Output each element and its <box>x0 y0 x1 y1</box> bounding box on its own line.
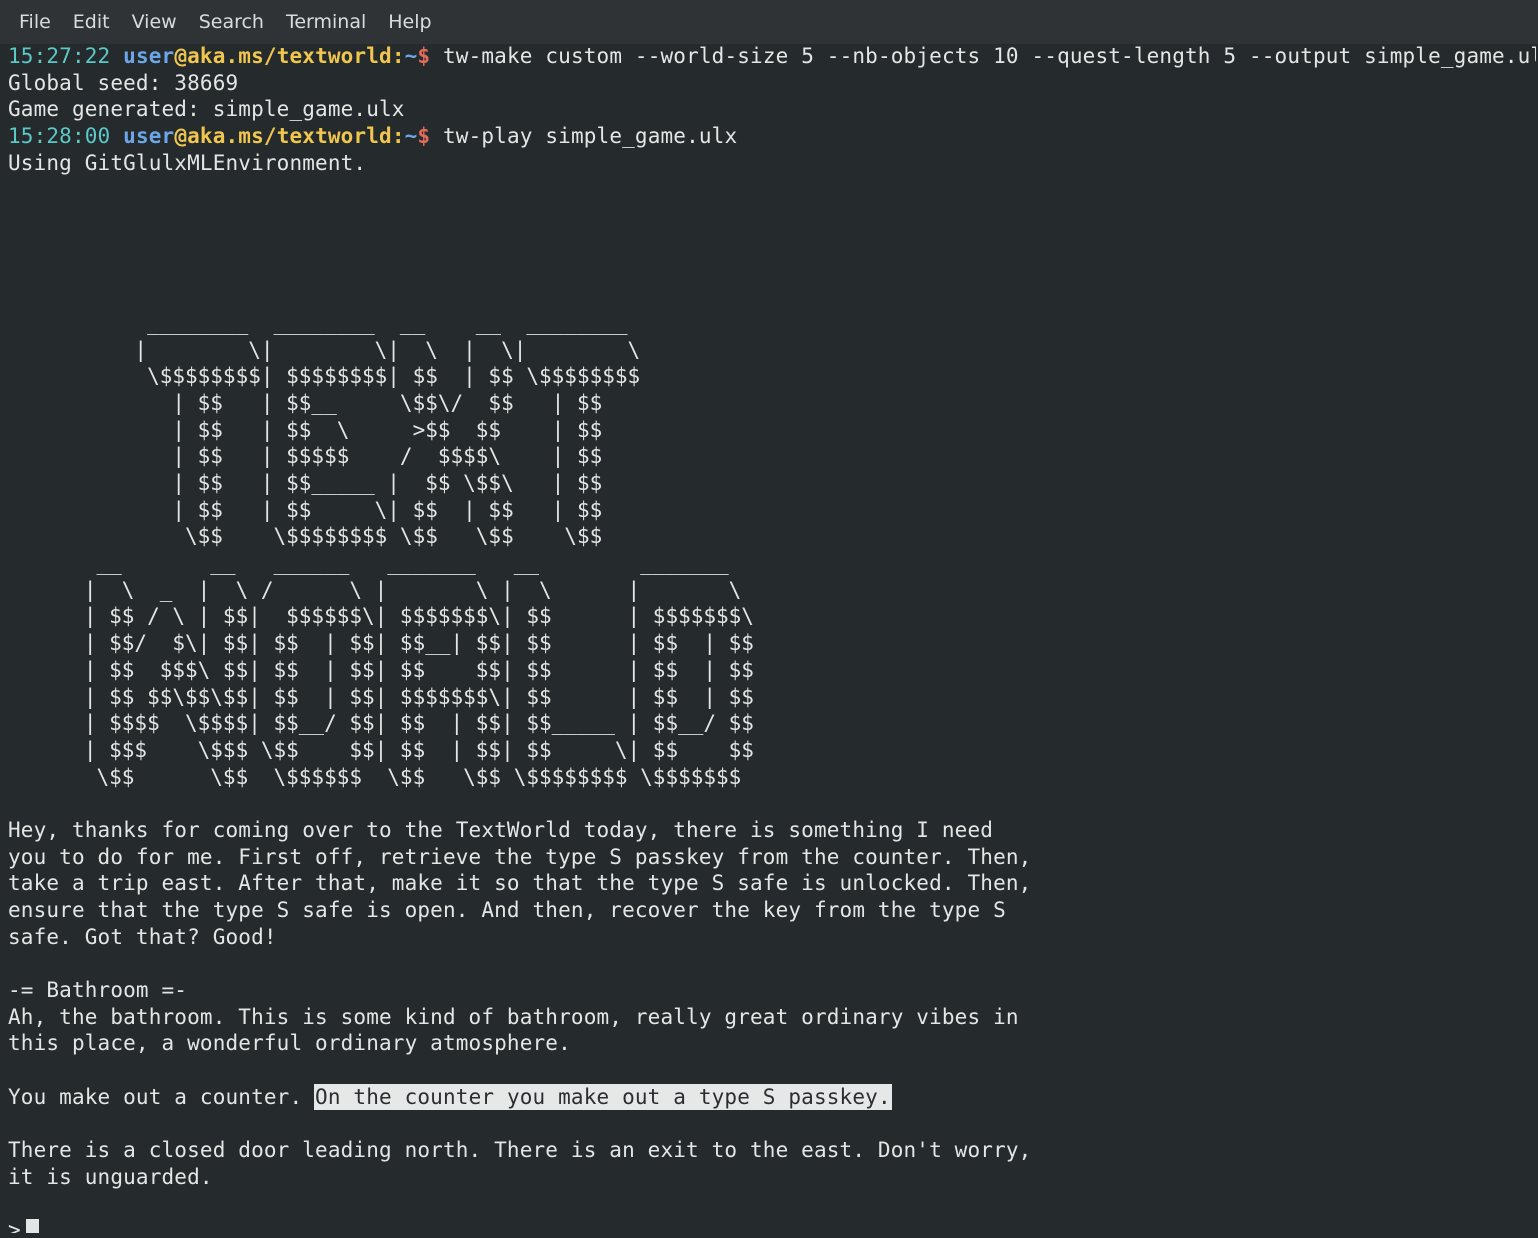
input-prompt: > <box>8 1218 21 1233</box>
banner-line: | $$ | $$$$$ / $$$$\ | $$ <box>8 444 856 469</box>
banner-line: | $$ | $$ \ >$$ $$ | $$ <box>8 417 856 442</box>
menu-search[interactable]: Search <box>188 11 275 33</box>
terminal-output[interactable]: 15:27:22 user@aka.ms/textworld:~$ tw-mak… <box>8 43 1536 1233</box>
banner-line: __ __ ______ _______ __ _______ <box>8 551 843 576</box>
menu-terminal[interactable]: Terminal <box>275 11 377 33</box>
menu-edit[interactable]: Edit <box>62 11 121 33</box>
counter-text: You make out a counter. <box>8 1084 316 1109</box>
prompt-dollar: $ <box>417 44 431 68</box>
terminal-window: File Edit View Search Terminal Help 15:2… <box>0 0 1538 1238</box>
selected-text[interactable]: On the counter you make out a type S pas… <box>314 1083 892 1110</box>
command-text: tw-make custom --world-size 5 --nb-objec… <box>430 44 1536 68</box>
banner-line: | $$ / \ | $$| $$$$$$\| $$$$$$$\| $$ | $… <box>8 604 843 629</box>
banner-line: \$$ \$$$$$$$$ \$$ \$$ \$$ <box>8 524 856 549</box>
menu-file[interactable]: File <box>8 11 62 33</box>
prompt-user: user <box>123 44 175 68</box>
prompt-path: ~ <box>404 44 418 68</box>
prompt-host: @aka.ms/textworld: <box>174 124 405 149</box>
room-description-line: Ah, the bathroom. This is some kind of b… <box>8 1004 1019 1029</box>
room-description-line: this place, a wonderful ordinary atmosph… <box>8 1031 571 1056</box>
output-line: Game generated: simple_game.ulx <box>8 97 405 122</box>
banner-line: ________ ________ __ __ ________ <box>8 310 856 335</box>
counter-line: You make out a counter. On the counter y… <box>8 1083 1536 1111</box>
textworld-ascii-banner: ________ ________ __ __ ________ | \| \|… <box>8 283 1536 790</box>
banner-line: | $$ $$$\ $$| $$ | $$| $$ $$| $$ | $$ | … <box>8 657 843 682</box>
prompt-path: ~ <box>404 124 418 149</box>
banner-line <box>8 283 1536 310</box>
banner-line: \$$$$$$$$| $$$$$$$$| $$ | $$ \$$$$$$$$ <box>8 364 856 389</box>
banner-line: | $$/ $\| $$| $$ | $$| $$__| $$| $$ | $$… <box>8 631 843 656</box>
intro-line: take a trip east. After that, make it so… <box>8 871 1032 896</box>
banner-line: | $$$$ \$$$$| $$__/ $$| $$ | $$| $$_____… <box>8 711 843 736</box>
menu-help[interactable]: Help <box>377 11 442 33</box>
exits-line: it is unguarded. <box>8 1164 213 1189</box>
prompt-line-1: 15:27:22 user@aka.ms/textworld:~$ tw-mak… <box>8 43 1536 70</box>
banner-line: | $$ | $$ \| $$ | $$ | $$ <box>8 497 856 522</box>
prompt-line-2: 15:28:00 user@aka.ms/textworld:~$ tw-pla… <box>8 123 1536 150</box>
banner-line: \$$ \$$ \$$$$$$ \$$ \$$ \$$$$$$$$ \$$$$$… <box>8 764 843 789</box>
prompt-time: 15:28:00 <box>8 124 111 149</box>
banner-line: | $$ | $$__ \$$\/ $$ | $$ <box>8 390 856 415</box>
menu-bar: File Edit View Search Terminal Help <box>0 0 1538 44</box>
banner-line: | \ _ | \ / \ | \ | \ | \ <box>8 577 843 602</box>
banner-line: | $$ | $$_____ | $$ \$$\ | $$ <box>8 471 856 495</box>
menu-view[interactable]: View <box>121 11 188 33</box>
banner-line: | $$$ \$$$ \$$ $$| $$ | $$| $$ \| $$ $$ <box>8 737 843 762</box>
command-text: tw-play simple_game.ulx <box>430 124 738 149</box>
text-cursor <box>25 1218 39 1233</box>
output-line: Using GitGlulxMLEnvironment. <box>8 150 367 175</box>
banner-line: | $$ $$\$$\$$| $$ | $$| $$$$$$$\| $$ | $… <box>8 684 843 709</box>
room-title: -= Bathroom =- <box>8 978 188 1003</box>
intro-line: Hey, thanks for coming over to the TextW… <box>8 817 994 842</box>
intro-line: you to do for me. First off, retrieve th… <box>8 844 1032 869</box>
intro-line: ensure that the type S safe is open. And… <box>8 898 1006 922</box>
prompt-user: user <box>123 124 175 149</box>
exits-line: There is a closed door leading north. Th… <box>8 1138 1032 1163</box>
prompt-host: @aka.ms/textworld: <box>174 44 405 68</box>
output-line: Global seed: 38669 <box>8 70 239 95</box>
prompt-time: 15:27:22 <box>8 44 111 68</box>
prompt-dollar: $ <box>417 124 431 149</box>
banner-line: | \| \| \ | \| \ <box>8 337 856 362</box>
intro-line: safe. Got that? Good! <box>8 924 277 949</box>
input-line[interactable]: > <box>8 1217 1536 1233</box>
